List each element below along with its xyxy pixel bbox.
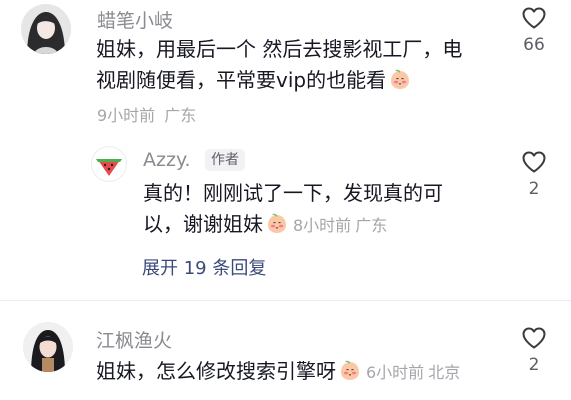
reply-location: 广东 [355, 216, 388, 235]
comment-time: 6小时前 [366, 363, 425, 382]
reply-time: 8小时前 [293, 216, 352, 235]
comment-text: 姐妹，用最后一个 然后去搜影视工厂，电 视剧随便看，平常要vip的也能看 [96, 34, 496, 96]
comment-text: 姐妹，怎么修改搜索引擎呀 6小时前 北京 [96, 356, 516, 388]
reply-username[interactable]: Azzy. [143, 149, 191, 171]
comment-text-line2: 视剧随便看，平常要vip的也能看 [96, 68, 387, 92]
comment-username[interactable]: 江枫渔火 [96, 326, 172, 353]
expand-replies-link[interactable]: 展开 19 条回复 [142, 254, 266, 280]
comment-username[interactable]: 蜡笔小岐 [97, 6, 173, 33]
comment-time: 9小时前 [97, 106, 156, 125]
comment-meta: 9小时前 广东 [97, 102, 196, 126]
comment-text-line1: 姐妹，用最后一个 然后去搜影视工厂，电 [96, 37, 463, 61]
reply-like-button[interactable]: 2 [518, 150, 550, 199]
reply-text-line2: 以，谢谢姐妹 [143, 212, 263, 236]
heart-outline-icon[interactable] [518, 150, 550, 174]
divider [0, 300, 571, 301]
avatar[interactable] [23, 322, 73, 372]
like-button[interactable]: 66 [518, 6, 550, 55]
avatar[interactable] [21, 4, 71, 54]
comment-text-line1: 姐妹，怎么修改搜索引擎呀 [96, 359, 336, 383]
like-count: 2 [528, 355, 540, 375]
like-button[interactable]: 2 [518, 326, 550, 375]
reply-text-line1: 真的！刚刚试了一下，发现真的可 [143, 181, 443, 205]
peach-blush-emoji [388, 68, 412, 92]
like-count: 66 [523, 35, 545, 55]
comment-location: 北京 [428, 363, 461, 382]
peach-blush-emoji [338, 359, 362, 383]
heart-outline-icon[interactable] [518, 6, 550, 30]
peach-blush-emoji [265, 212, 289, 236]
reply-avatar[interactable] [91, 146, 127, 182]
comment-location: 广东 [164, 106, 197, 125]
heart-outline-icon[interactable] [518, 326, 550, 350]
reply-like-count: 2 [528, 179, 540, 199]
author-badge: 作者 [205, 149, 245, 171]
reply-text: 真的！刚刚试了一下，发现真的可 以，谢谢姐妹 8小时前 广东 [143, 178, 503, 241]
